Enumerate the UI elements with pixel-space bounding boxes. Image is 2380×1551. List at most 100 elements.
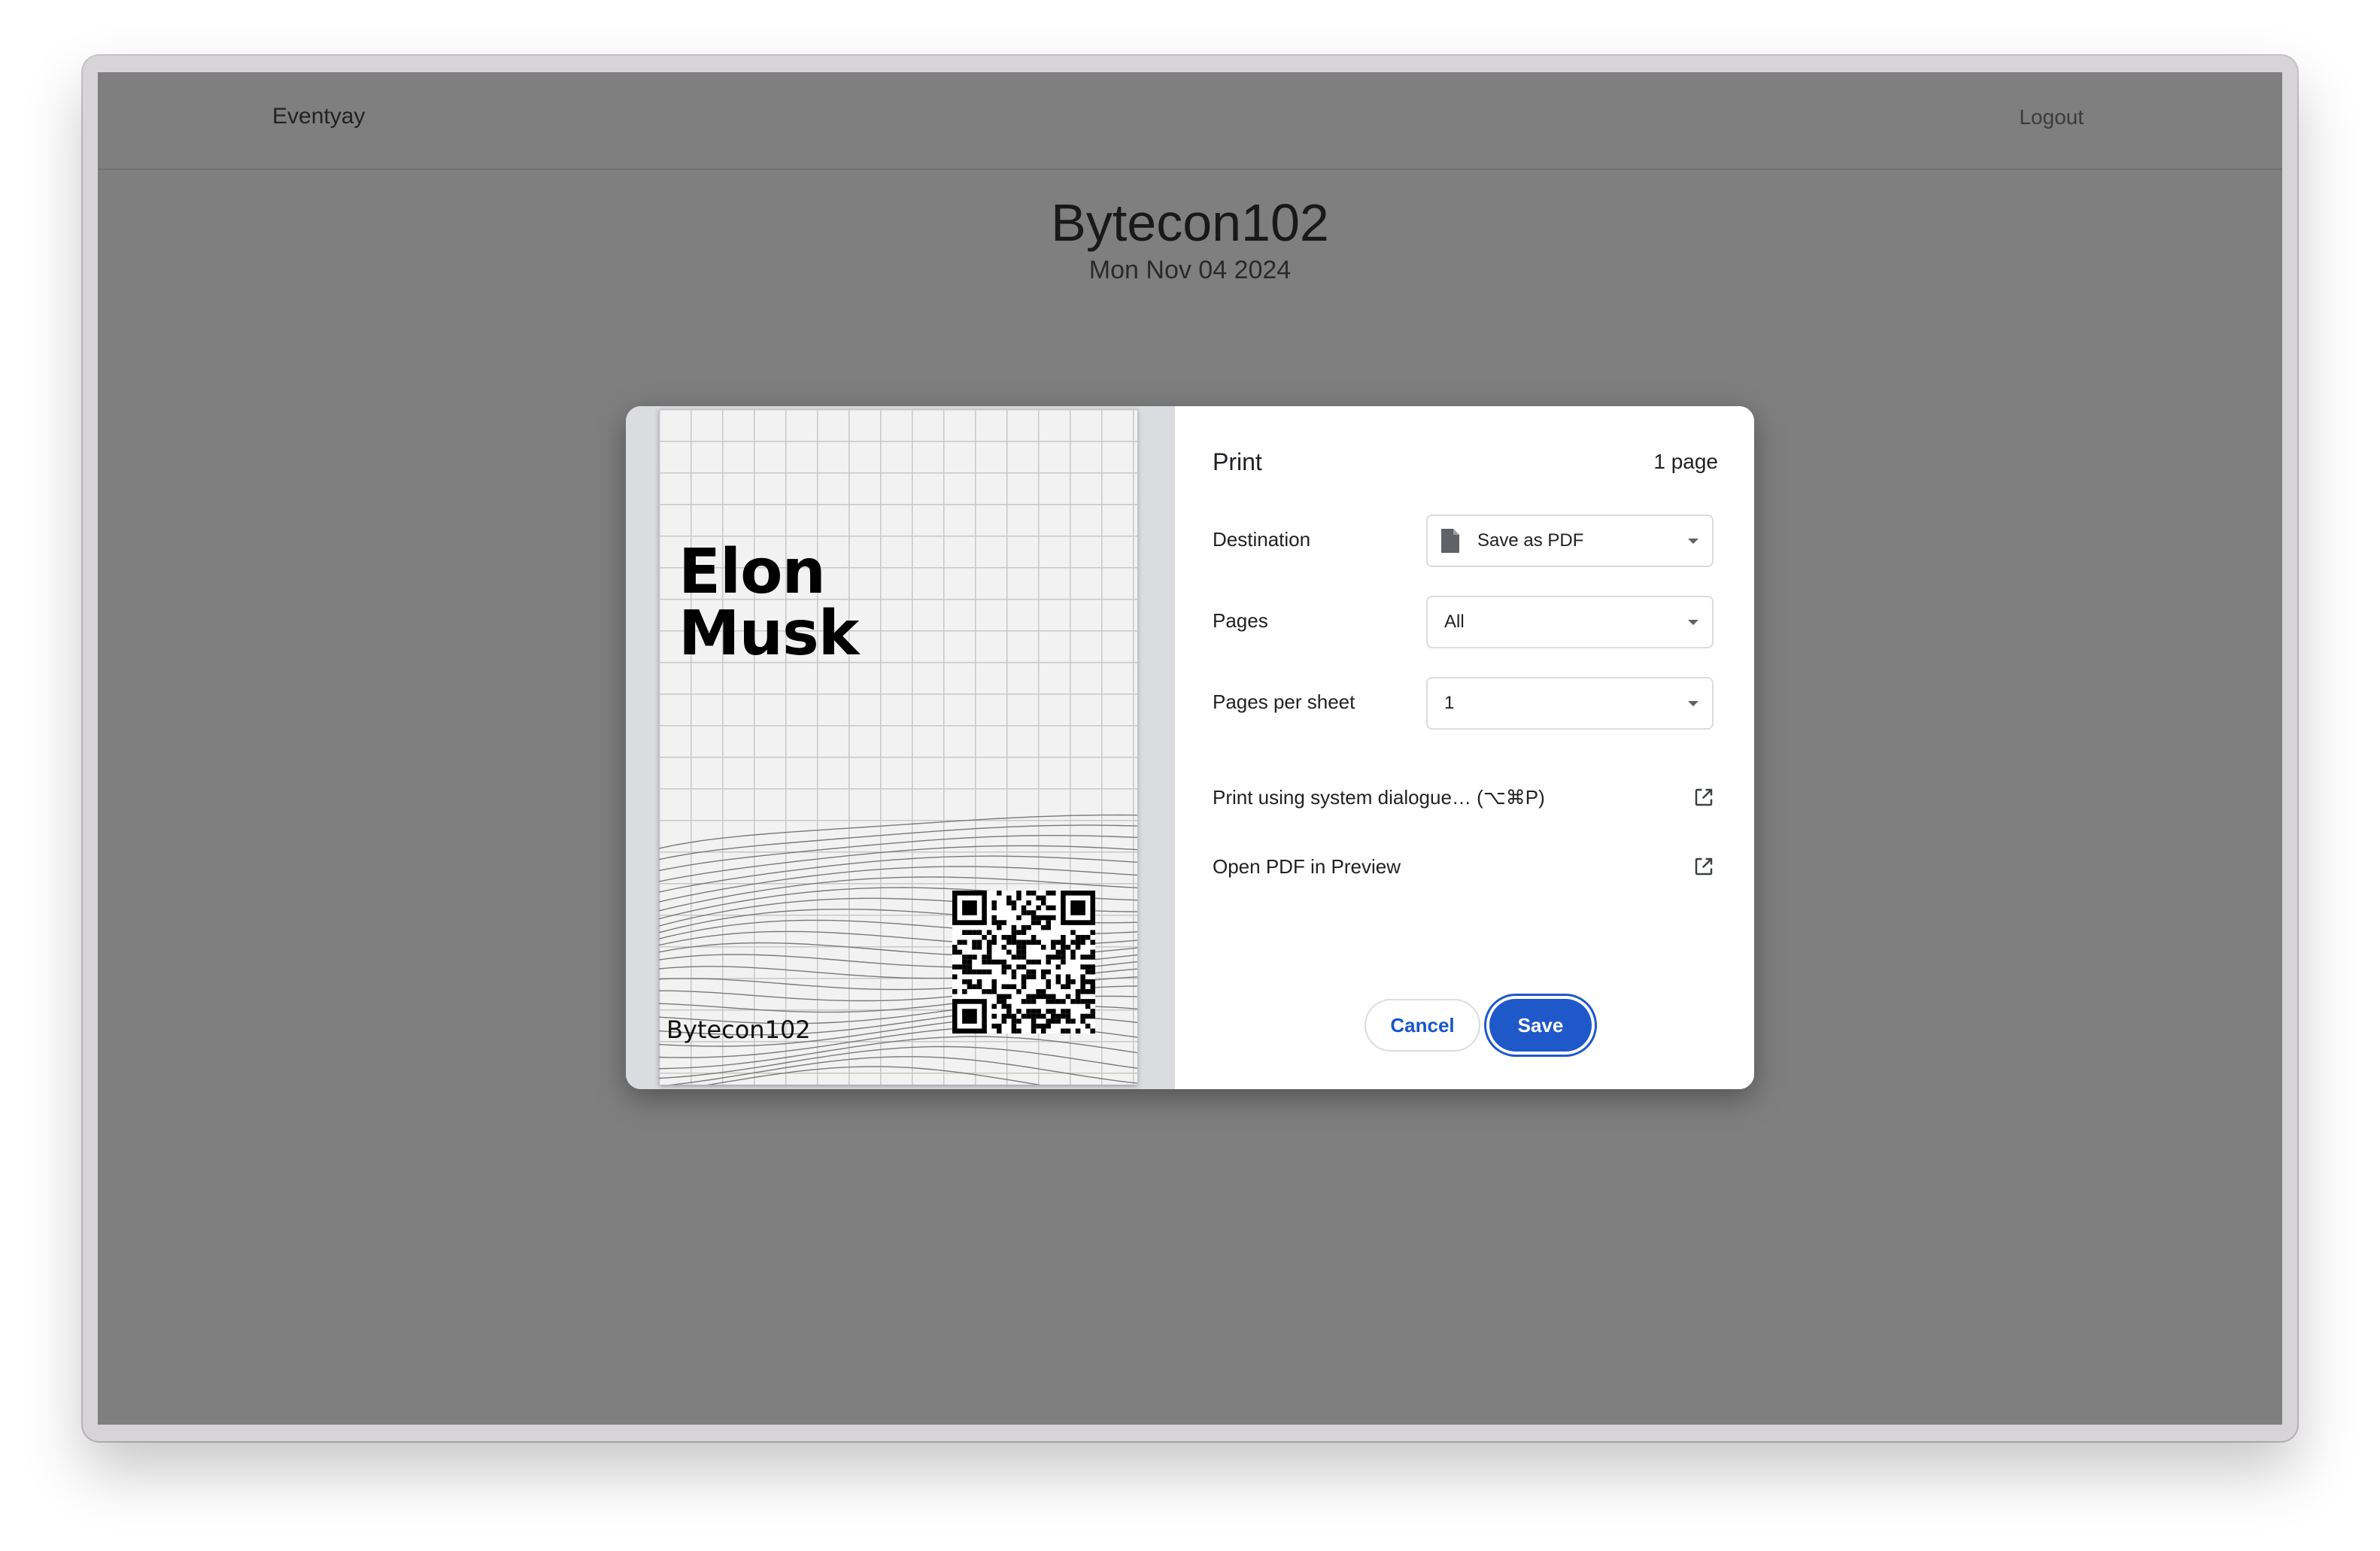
qr-module <box>1055 1013 1061 1019</box>
wave-line <box>659 835 1137 872</box>
qr-module <box>1011 930 1017 935</box>
qr-module <box>976 945 982 950</box>
qr-module <box>952 964 958 970</box>
pages-value: All <box>1444 612 1465 632</box>
qr-module <box>982 959 987 965</box>
qr-module <box>1080 979 1085 985</box>
qr-module <box>1016 945 1022 950</box>
qr-module <box>1061 939 1066 945</box>
qr-module <box>1026 1013 1031 1019</box>
qr-module <box>972 945 977 950</box>
qr-module <box>1080 974 1085 979</box>
qr-module <box>1026 939 1031 945</box>
qr-module <box>962 959 967 965</box>
qr-module <box>1065 984 1071 990</box>
qr-module <box>1061 945 1066 950</box>
qr-module <box>1040 1013 1046 1019</box>
badge-preview-page: Elon Musk Bytecon102 <box>659 409 1137 1085</box>
qr-module <box>1080 1013 1085 1019</box>
qr-module <box>982 989 987 994</box>
qr-module <box>1036 939 1041 945</box>
qr-module <box>1046 984 1052 990</box>
qr-module <box>991 984 997 990</box>
qr-module <box>1026 891 1031 896</box>
qr-module <box>1021 984 1027 990</box>
qr-module <box>996 999 1002 1004</box>
qr-module <box>1016 949 1022 955</box>
qr-module <box>1036 1013 1041 1019</box>
qr-module <box>1040 994 1046 1000</box>
qr-module <box>1055 974 1061 979</box>
qr-module <box>1016 989 1022 994</box>
qr-module <box>1085 955 1091 960</box>
qr-module <box>1036 915 1041 921</box>
qr-module <box>1031 891 1037 896</box>
qr-module <box>1046 891 1052 896</box>
qr-module <box>1001 920 1007 925</box>
qr-module <box>1021 924 1027 930</box>
cancel-button[interactable]: Cancel <box>1365 999 1480 1052</box>
qr-module <box>1061 984 1066 990</box>
qr-module <box>982 934 987 940</box>
qr-module <box>986 949 992 955</box>
qr-module <box>967 955 973 960</box>
qr-module <box>986 945 992 950</box>
pages-select[interactable]: All <box>1426 596 1714 648</box>
qr-module <box>1080 934 1085 940</box>
qr-module <box>1065 1028 1071 1033</box>
qr-module <box>1046 905 1052 911</box>
qr-module <box>991 939 997 945</box>
qr-module <box>1061 934 1066 940</box>
qr-module <box>1080 1018 1085 1024</box>
qr-module <box>1075 999 1081 1004</box>
qr-module <box>1090 969 1095 975</box>
qr-module <box>962 979 967 985</box>
qr-module <box>1090 1013 1095 1019</box>
qr-module <box>1090 999 1095 1004</box>
qr-module <box>1040 924 1046 930</box>
qr-module <box>962 900 977 915</box>
qr-module <box>1070 900 1085 915</box>
qr-module <box>1085 999 1091 1004</box>
qr-module <box>1021 910 1027 915</box>
qr-module <box>952 989 958 994</box>
qr-module <box>1070 999 1076 1004</box>
open-pdf-preview-link[interactable]: Open PDF in Preview <box>1213 850 1715 883</box>
qr-module <box>1085 964 1091 970</box>
qr-module <box>1061 1013 1066 1019</box>
qr-module <box>1006 1003 1012 1009</box>
badge-attendee-name: Elon Musk <box>678 542 859 665</box>
document-icon <box>1441 529 1459 553</box>
qr-module <box>1011 900 1017 906</box>
qr-module <box>1075 989 1081 994</box>
qr-module <box>1055 1018 1061 1024</box>
pages-per-sheet-value: 1 <box>1444 693 1455 713</box>
qr-module <box>967 969 973 975</box>
qr-module <box>1026 1009 1031 1014</box>
print-preview-pane: Elon Musk Bytecon102 <box>626 406 1175 1089</box>
save-button[interactable]: Save <box>1489 999 1592 1052</box>
qr-module <box>1070 979 1076 985</box>
qr-module <box>1065 974 1071 979</box>
qr-module <box>1001 994 1007 1000</box>
qr-module <box>1001 1013 1007 1019</box>
qr-module <box>1055 955 1061 960</box>
qr-module <box>962 989 967 994</box>
qr-module <box>1046 999 1052 1004</box>
qr-module <box>991 900 997 906</box>
chevron-down-icon <box>1688 620 1698 625</box>
qr-module <box>1036 994 1041 1000</box>
destination-select[interactable]: Save as PDF <box>1426 514 1714 567</box>
qr-module <box>1051 994 1056 1000</box>
qr-module <box>1075 934 1081 940</box>
qr-module <box>1031 969 1037 975</box>
qr-module <box>1046 979 1052 985</box>
qr-module <box>1065 945 1071 950</box>
qr-module <box>1021 945 1027 950</box>
wave-line <box>659 855 1137 893</box>
qr-module <box>1061 949 1066 955</box>
print-system-dialog-link[interactable]: Print using system dialogue… (⌥⌘P) <box>1213 781 1715 814</box>
pages-per-sheet-select[interactable]: 1 <box>1426 677 1714 730</box>
qr-module <box>1031 920 1037 925</box>
qr-module <box>1061 955 1066 960</box>
